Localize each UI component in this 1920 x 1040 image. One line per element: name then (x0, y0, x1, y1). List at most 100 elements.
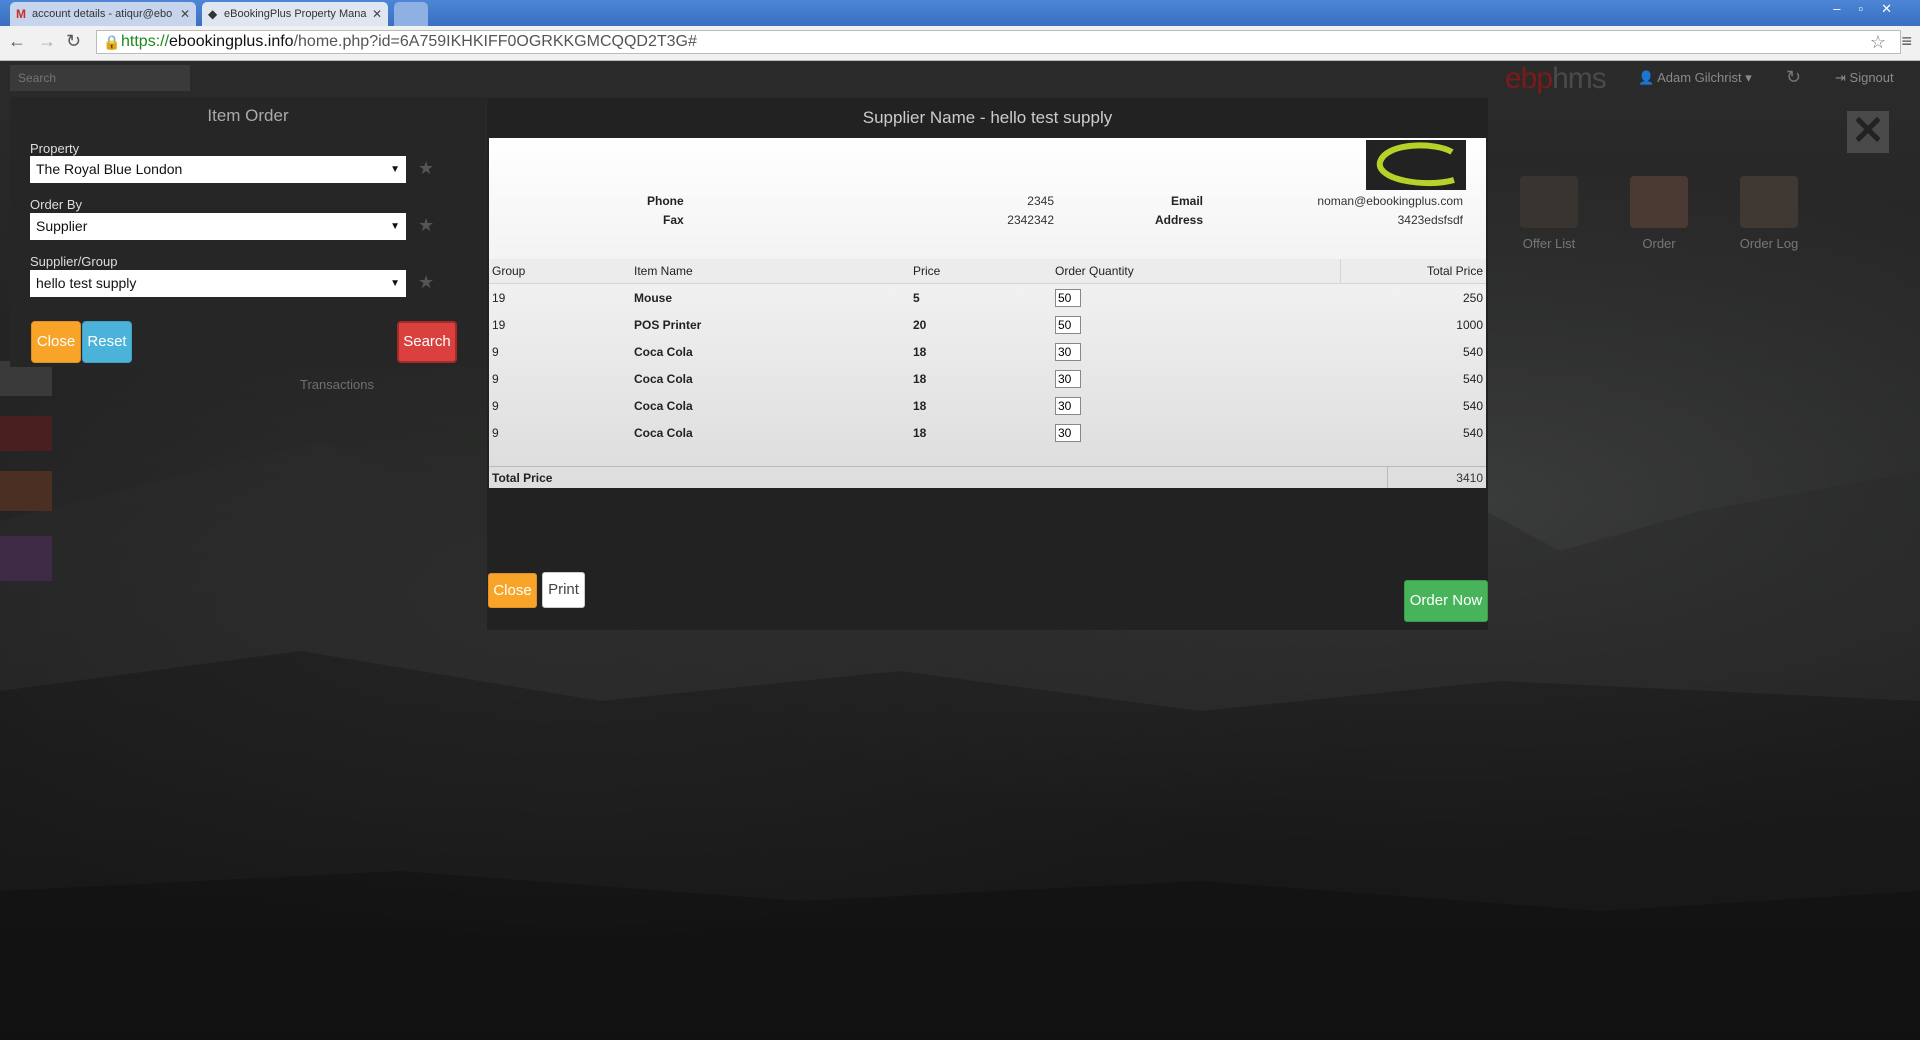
table-row: 9 Coca Cola 18 540 (489, 419, 1486, 446)
user-menu[interactable]: 👤 Adam Gilchrist ▾ (1638, 70, 1752, 86)
close-overlay-button[interactable]: ✕ (1847, 111, 1889, 153)
property-select[interactable]: The Royal Blue London ▼ (30, 156, 406, 183)
order-app[interactable]: Order (1604, 176, 1714, 251)
total-price-cell: 250 (1462, 290, 1483, 305)
dropdown-arrow-icon: ▼ (390, 164, 400, 175)
total-price-cell: 540 (1462, 398, 1483, 413)
order-quantity-cell (1052, 284, 1341, 312)
search-button[interactable]: Search (397, 321, 457, 363)
star-icon[interactable]: ★ (418, 158, 434, 179)
order-by-select[interactable]: Supplier ▼ (30, 213, 406, 240)
forward-icon[interactable]: → (38, 31, 56, 52)
tab-title: eBookingPlus Property Mana (224, 8, 367, 20)
column-header: Price (910, 259, 1052, 284)
price-cell: 20 (913, 317, 927, 332)
supplier-group-select[interactable]: hello test supply ▼ (30, 270, 406, 297)
order-quantity-input[interactable] (1055, 423, 1081, 442)
order-sheet: Phone 2345 Fax 2342342 Email noman@ebook… (489, 138, 1486, 488)
bookmark-star-icon[interactable]: ☆ (1870, 32, 1886, 53)
close-icon[interactable]: ✕ (372, 2, 382, 26)
star-icon[interactable]: ★ (418, 215, 434, 236)
monitor-icon[interactable] (0, 416, 52, 451)
top-search-input[interactable] (10, 65, 190, 91)
email-label: Email (1170, 194, 1203, 208)
new-tab-button[interactable] (394, 2, 428, 26)
dropdown-arrow-icon: ▼ (390, 221, 400, 232)
order-quantity-input[interactable] (1055, 342, 1081, 361)
table-header-row: Group Item Name Price Order Quantity Tot… (489, 259, 1486, 284)
close-icon[interactable]: ✕ (180, 2, 190, 26)
url-input[interactable]: 🔒 https://ebookingplus.info/home.php?id=… (96, 30, 1901, 54)
refresh-icon[interactable]: ↻ (1786, 67, 1801, 88)
globe-icon[interactable] (0, 471, 52, 511)
star-icon[interactable]: ★ (418, 272, 434, 293)
group-cell: 9 (492, 371, 499, 386)
chart-icon[interactable] (0, 536, 52, 581)
total-price-row: Total Price 3410 (489, 466, 1486, 488)
brand-logo: ebphms (1505, 62, 1607, 95)
table-row: 9 Coca Cola 18 540 (489, 365, 1486, 392)
order-log-icon (1740, 176, 1798, 228)
column-header: Item Name (631, 259, 910, 284)
column-header: Total Price (1340, 259, 1486, 284)
table-row: 9 Coca Cola 18 540 (489, 338, 1486, 365)
column-header: Group (489, 259, 631, 284)
window-controls[interactable]: –▫✕ (1833, 1, 1910, 17)
back-icon[interactable]: ← (8, 31, 26, 52)
item-name-cell: Coca Cola (634, 425, 693, 440)
gmail-icon: M (16, 7, 26, 21)
group-cell: 19 (492, 290, 506, 305)
print-button[interactable]: Print (542, 572, 585, 608)
order-box-icon (1630, 176, 1688, 228)
modal-close-button[interactable]: Close (488, 573, 537, 608)
reset-button[interactable]: Reset (82, 321, 132, 363)
address-bar: ← → ↻ 🔒 https://ebookingplus.info/home.p… (0, 26, 1920, 61)
item-name-cell: Coca Cola (634, 398, 693, 413)
group-cell: 19 (492, 317, 506, 332)
price-cell: 5 (913, 290, 920, 305)
order-by-label: Order By (30, 197, 83, 212)
table-row: 19 Mouse 5 250 (489, 284, 1486, 312)
order-quantity-input[interactable] (1055, 396, 1081, 415)
table-row: 19 POS Printer 20 1000 (489, 311, 1486, 338)
item-order-panel: Item Order Property The Royal Blue Londo… (10, 97, 486, 367)
lock-icon: 🔒 (103, 34, 121, 50)
modal-title: Supplier Name - hello test supply (862, 108, 1113, 127)
reload-icon[interactable]: ↻ (66, 31, 81, 52)
price-cell: 18 (913, 398, 927, 413)
menu-icon[interactable]: ≡ (1901, 31, 1912, 52)
order-quantity-cell (1052, 419, 1341, 446)
group-cell: 9 (492, 344, 499, 359)
order-now-button[interactable]: Order Now (1404, 580, 1488, 622)
order-log-app[interactable]: Order Log (1714, 176, 1824, 251)
panel-title: Item Order (207, 106, 289, 125)
total-price-cell: 540 (1462, 425, 1483, 440)
url-path: /home.php?id=6A759IKHKIFF0OGRKKGMCQQD2T3… (293, 33, 697, 50)
order-quantity-input[interactable] (1055, 369, 1081, 388)
phone-value: 2345 (1027, 194, 1054, 208)
signout-link[interactable]: ⇥ Signout (1835, 70, 1894, 86)
supplier-group-label: Supplier/Group (30, 254, 118, 269)
user-name: Adam Gilchrist (1657, 70, 1742, 85)
close-button[interactable]: Close (31, 321, 81, 363)
supplier-logo (1366, 140, 1466, 190)
total-price-cell: 540 (1462, 371, 1483, 386)
ebookingplus-icon: ◆ (208, 7, 218, 21)
order-quantity-input[interactable] (1055, 315, 1081, 334)
signout-icon: ⇥ (1835, 70, 1846, 85)
price-cell: 18 (913, 371, 927, 386)
order-quantity-cell (1052, 365, 1341, 392)
price-cell: 18 (913, 425, 927, 440)
offer-list-app[interactable]: Offer List (1494, 176, 1604, 251)
browser-tab-gmail[interactable]: M account details - atiqur@ebo ✕ (10, 2, 196, 26)
email-value: noman@ebookingplus.com (1317, 194, 1463, 208)
total-price-cell: 1000 (1456, 317, 1483, 332)
browser-tab-bar: M account details - atiqur@ebo ✕ ◆ eBook… (0, 0, 1920, 26)
column-header: Order Quantity (1052, 259, 1341, 284)
tab-title: account details - atiqur@ebo (32, 8, 173, 20)
transactions-label: Transactions (300, 377, 374, 392)
address-value: 3423edsfsdf (1397, 213, 1463, 227)
order-quantity-input[interactable] (1055, 288, 1081, 307)
order-items-table: Group Item Name Price Order Quantity Tot… (489, 259, 1486, 446)
browser-tab-ebookingplus[interactable]: ◆ eBookingPlus Property Mana ✕ (202, 2, 388, 26)
